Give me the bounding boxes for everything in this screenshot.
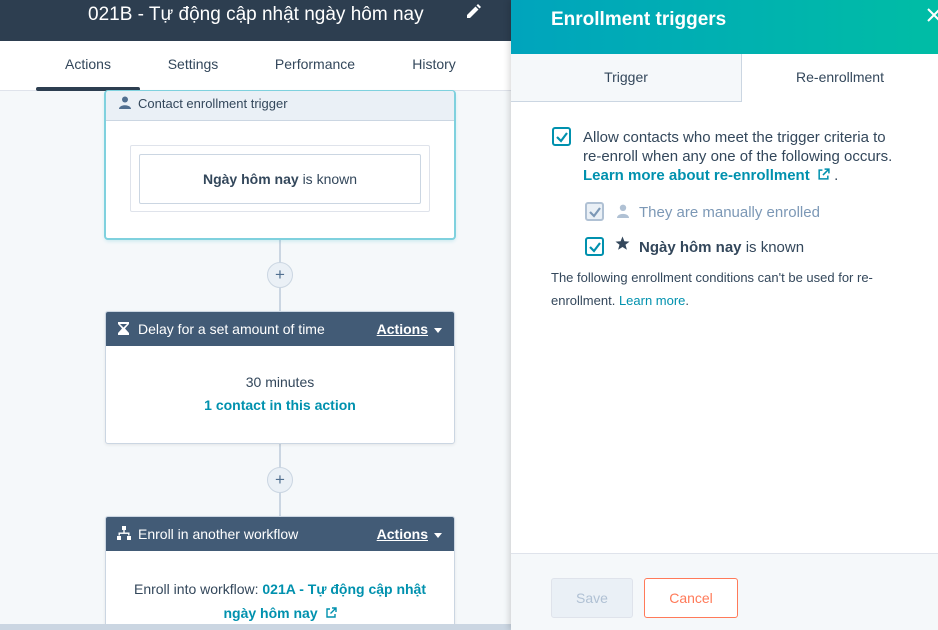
- property-known-label: Ngày hôm nay is known: [639, 238, 804, 257]
- allow-line-1: Allow contacts who meet the trigger crit…: [583, 129, 886, 146]
- note-line-2-text: enrollment.: [551, 293, 616, 308]
- enrollment-trigger-card[interactable]: Contact enrollment trigger Ngày hôm nay …: [105, 91, 455, 239]
- trigger-filter[interactable]: Ngày hôm nay is known: [139, 154, 421, 204]
- enroll-card-title: Enroll in another workflow: [138, 526, 299, 542]
- tab-settings[interactable]: Settings: [153, 41, 233, 91]
- enroll-line-2: ngày hôm nay: [106, 601, 454, 625]
- workflow-branch-icon: [117, 526, 131, 540]
- tab-history[interactable]: History: [398, 41, 470, 91]
- enroll-prefix: Enroll into workflow:: [133, 581, 259, 597]
- panel-header: Enrollment triggers: [511, 0, 938, 54]
- panel-title: Enrollment triggers: [551, 9, 727, 30]
- contact-person-icon: [119, 96, 131, 109]
- learn-more-reenroll-link[interactable]: Learn more about re-enrollment: [583, 167, 810, 184]
- enroll-line-1: Enroll into workflow: 021A - Tự động cập…: [106, 577, 454, 601]
- external-link-icon[interactable]: [325, 607, 337, 619]
- learn-more-link[interactable]: Learn more: [619, 293, 685, 308]
- delay-actions-dropdown[interactable]: Actions: [377, 312, 442, 346]
- workflow-editor: 021B - Tự động cập nhật ngày hôm nay Act…: [0, 0, 511, 630]
- workflow-header: 021B - Tự động cập nhật ngày hôm nay: [0, 0, 511, 41]
- close-icon[interactable]: [927, 8, 938, 22]
- edit-pencil-icon[interactable]: [464, 4, 482, 22]
- manually-enrolled-label: They are manually enrolled: [639, 204, 820, 221]
- tab-performance[interactable]: Performance: [262, 41, 368, 91]
- contacts-in-action-link[interactable]: 1 contact in this action: [106, 397, 454, 413]
- contact-person-icon: [617, 204, 629, 218]
- reenroll-note: The following enrollment conditions can'…: [551, 266, 931, 312]
- caret-down-icon: [434, 327, 442, 333]
- delay-duration: 30 minutes: [245, 374, 315, 390]
- checkmark-icon: [589, 242, 601, 253]
- period: .: [834, 167, 839, 184]
- delay-action-card[interactable]: Delay for a set amount of time Actions 3…: [105, 311, 455, 444]
- enroll-actions-dropdown[interactable]: Actions: [377, 517, 442, 551]
- checkmark-icon: [589, 207, 601, 218]
- trigger-property: Ngày hôm nay: [202, 171, 299, 187]
- trigger-condition: is known: [302, 171, 358, 187]
- tab-trigger[interactable]: Trigger: [511, 54, 742, 102]
- workflow-canvas: + + Contact enrollment trigger Ngày hôm …: [0, 91, 511, 630]
- property-known-checkbox[interactable]: [585, 237, 604, 256]
- hourglass-icon: [118, 322, 129, 335]
- external-link-icon[interactable]: [817, 168, 830, 181]
- allow-reenroll-text: Allow contacts who meet the trigger crit…: [583, 128, 933, 185]
- allow-reenroll-checkbox[interactable]: [552, 127, 571, 146]
- tab-re-enrollment[interactable]: Re-enrollment: [742, 54, 938, 102]
- target-workflow-link[interactable]: 021A - Tự động cập nhật: [262, 581, 426, 597]
- add-action-button[interactable]: +: [267, 262, 293, 288]
- property-name: Ngày hôm nay: [639, 239, 742, 256]
- workflow-title[interactable]: 021B - Tự động cập nhật ngày hôm nay: [88, 4, 424, 26]
- workflow-tabs: Actions Settings Performance History: [0, 41, 511, 91]
- panel-tabs: Trigger Re-enrollment: [511, 54, 938, 102]
- enroll-card-body: Enroll into workflow: 021A - Tự động cập…: [106, 551, 454, 625]
- add-action-button[interactable]: +: [267, 467, 293, 493]
- enrollment-triggers-panel: Enrollment triggers Trigger Re-enrollmen…: [511, 0, 938, 630]
- bottom-scroll-edge: [0, 624, 511, 630]
- trigger-card-header: Contact enrollment trigger: [106, 91, 454, 121]
- delay-card-title: Delay for a set amount of time: [138, 321, 325, 337]
- allow-line-2: re-enroll when any one of the following …: [583, 148, 893, 165]
- enroll-workflow-card[interactable]: Enroll in another workflow Actions Enrol…: [105, 516, 455, 630]
- delay-card-header: Delay for a set amount of time Actions: [106, 312, 454, 346]
- tab-actions[interactable]: Actions: [36, 41, 140, 91]
- actions-label: Actions: [376, 526, 428, 542]
- trigger-filter-group: Ngày hôm nay is known: [130, 145, 430, 212]
- star-icon: [615, 236, 630, 250]
- manually-enrolled-checkbox: [585, 202, 604, 221]
- note-line-2: enrollment. Learn more.: [551, 289, 931, 312]
- property-condition: is known: [745, 239, 805, 256]
- delay-card-body: 30 minutes 1 contact in this action: [106, 346, 454, 413]
- learn-more-line: Learn more about re-enrollment .: [583, 166, 933, 185]
- trigger-card-title: Contact enrollment trigger: [138, 96, 288, 111]
- note-period: .: [685, 293, 690, 308]
- caret-down-icon: [434, 532, 442, 538]
- save-button[interactable]: Save: [551, 578, 633, 618]
- target-workflow-link-cont[interactable]: ngày hôm nay: [223, 605, 317, 621]
- checkmark-icon: [556, 132, 568, 143]
- actions-label: Actions: [376, 321, 428, 337]
- cancel-button[interactable]: Cancel: [644, 578, 738, 618]
- note-line-1: The following enrollment conditions can'…: [551, 270, 873, 285]
- enroll-card-header: Enroll in another workflow Actions: [106, 517, 454, 551]
- panel-footer: Save Cancel: [511, 553, 938, 630]
